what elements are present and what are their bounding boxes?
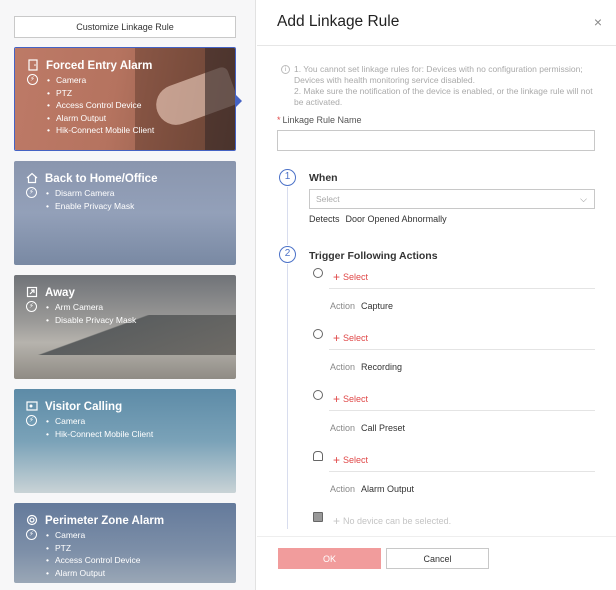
note-line-1: 1. You cannot set linkage rules for: Dev… [294,64,583,85]
card-item: Enable Privacy Mask [46,200,134,213]
dialog-title: Add Linkage Rule [277,13,400,30]
step-connector [287,264,288,529]
rule-name-input[interactable] [277,130,595,151]
footer-divider [257,536,616,537]
dialog-header: Add Linkage Rule × [257,0,616,46]
rule-name-label: * Linkage Rule Name [277,115,362,125]
camera-icon [313,390,323,400]
card-item: Camera [46,529,141,542]
divider [329,349,595,350]
when-select[interactable]: Select ⌵ [309,189,595,209]
card-item: Access Control Device [46,554,141,567]
card-item: PTZ [46,542,141,555]
linkage-icon: ⚡ [26,529,37,540]
action-row: Action Call Preset [330,423,406,433]
home-icon [26,172,38,184]
card-title: Perimeter Zone Alarm [45,515,165,527]
card-item-list: Disarm Camera Enable Privacy Mask [46,187,134,212]
linkage-icon: ⚡ [26,415,37,426]
add-preset-device-button[interactable]: + Select [333,392,368,406]
add-alarm-output-button[interactable]: + Select [333,453,368,467]
add-capture-device-button[interactable]: + Select [333,270,368,284]
card-item-list: Camera PTZ Access Control Device Alarm O… [46,529,141,579]
divider [329,288,595,289]
access-control-icon [313,512,323,522]
linkage-icon: ⚡ [26,301,37,312]
card-item: Alarm Output [47,112,154,125]
perimeter-icon [26,514,38,526]
card-title: Forced Entry Alarm [46,60,153,72]
detects-row: Detects Door Opened Abnormally [309,214,447,224]
template-card-away[interactable]: Away ⚡ Arm Camera Disable Privacy Mask [14,275,236,379]
note-line-2: 2. Make sure the notification of the dev… [294,86,593,107]
card-item-list: Camera Hik-Connect Mobile Client [46,415,153,440]
away-icon [26,286,38,298]
selected-card-pointer [235,94,242,108]
card-item: PTZ [47,87,154,100]
template-card-back-home[interactable]: Back to Home/Office ⚡ Disarm Camera Enab… [14,161,236,265]
card-item: Disarm Camera [46,187,134,200]
add-linkage-rule-dialog: Add Linkage Rule × i 1. You cannot set l… [257,0,616,590]
linkage-icon: ⚡ [27,74,38,85]
step-2-badge: 2 [279,246,296,263]
card-item: Access Control Device [47,99,154,112]
visitor-icon [26,401,38,411]
cancel-button[interactable]: Cancel [386,548,489,569]
when-title: When [309,172,338,184]
chevron-down-icon: ⌵ [580,194,587,204]
card-item: Disable Privacy Mask [46,314,136,327]
action-row: Action Capture [330,301,394,311]
template-card-forced-entry[interactable]: Forced Entry Alarm ⚡ Camera PTZ Access C… [14,47,236,151]
card-item: Hik-Connect Mobile Client [47,124,154,137]
card-photo-arm [205,48,235,150]
ok-button[interactable]: OK [278,548,381,569]
card-item: Arm Camera [46,301,136,314]
template-card-visitor-calling[interactable]: Visitor Calling ⚡ Camera Hik-Connect Mob… [14,389,236,493]
card-item-list: Camera PTZ Access Control Device Alarm O… [47,74,154,137]
card-item: Camera [47,74,154,87]
template-card-perimeter-zone[interactable]: Perimeter Zone Alarm ⚡ Camera PTZ Access… [14,503,236,583]
trigger-actions-title: Trigger Following Actions [309,250,438,262]
add-recording-device-button[interactable]: + Select [333,331,368,345]
camera-icon [313,329,323,339]
card-item: Camera [46,415,153,428]
door-icon [28,59,38,71]
close-icon[interactable]: × [594,14,602,30]
when-select-placeholder: Select [316,194,340,204]
step-1-badge: 1 [279,169,296,186]
rule-template-panel: Customize Linkage Rule Forced Entry Alar… [0,0,256,590]
divider [329,471,595,472]
card-item: Hik-Connect Mobile Client [46,428,153,441]
alarm-device-icon [313,451,323,461]
customize-linkage-rule-button[interactable]: Customize Linkage Rule [14,16,236,38]
camera-icon [313,268,323,278]
linkage-icon: ⚡ [26,187,37,198]
info-icon: i [281,65,290,74]
detects-value: Door Opened Abnormally [345,214,447,224]
divider [329,410,595,411]
action-row: Action Alarm Output [330,484,415,494]
required-mark: * [277,115,281,125]
action-row: Action Recording [330,362,403,372]
card-title: Away [45,287,75,299]
info-note: i 1. You cannot set linkage rules for: D… [281,64,603,108]
disabled-select: + No device can be selected. [333,514,452,528]
detects-label: Detects [309,214,340,224]
card-item-list: Arm Camera Disable Privacy Mask [46,301,136,326]
step-connector [287,187,288,245]
card-title: Visitor Calling [45,401,123,413]
card-title: Back to Home/Office [45,173,158,185]
card-item: Alarm Output [46,567,141,580]
